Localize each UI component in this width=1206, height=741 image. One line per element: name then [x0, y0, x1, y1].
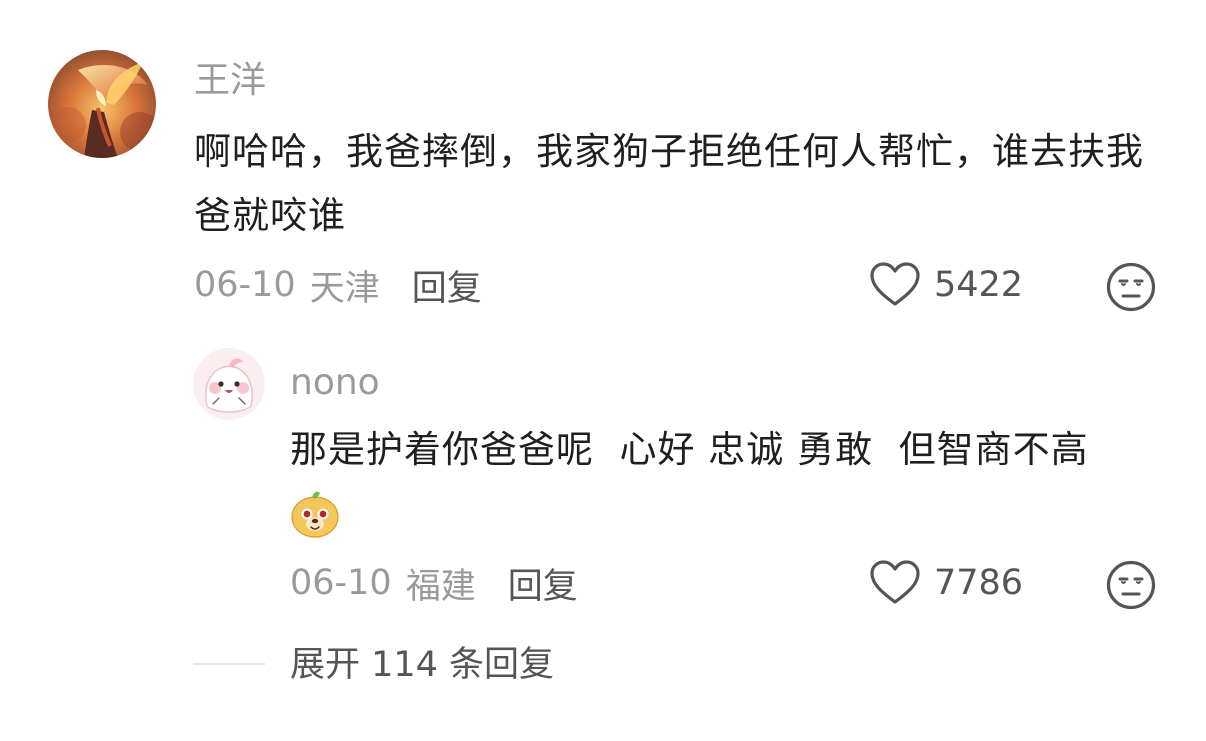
reply-like-group[interactable]: 7786 — [868, 556, 1023, 610]
heart-icon[interactable] — [868, 258, 922, 312]
reply-date: 06-10 — [290, 563, 392, 603]
user-avatar[interactable] — [48, 50, 156, 158]
reply-text: 那是护着你爸爸呢 心好 忠诚 勇敢 但智商不高 — [290, 428, 1089, 471]
comment-item: 王洋 啊哈哈，我爸摔倒，我家狗子拒绝任何人帮忙，谁去扶我爸就咬谁 06-10 天… — [0, 0, 1206, 330]
comment-location: 天津 — [309, 268, 380, 309]
reply-reply-button[interactable]: 回复 — [508, 558, 578, 609]
expand-replies-button[interactable]: 展开 114 条回复 — [290, 640, 554, 690]
comment-date: 06-10 — [194, 265, 296, 305]
pink-blob-avatar-icon — [193, 348, 265, 420]
like-count: 5422 — [934, 265, 1024, 305]
unamused-face-icon[interactable] — [1105, 559, 1157, 611]
reply-username[interactable]: nono — [290, 360, 380, 406]
comment-meta: 06-10 天津 回复 — [194, 260, 482, 310]
expand-divider — [193, 663, 265, 665]
unamused-face-icon[interactable] — [1105, 261, 1157, 313]
reply-location: 福建 — [405, 566, 476, 607]
phoenix-avatar-icon — [48, 50, 156, 158]
reply-like-count: 7786 — [934, 563, 1024, 603]
heart-icon[interactable] — [868, 556, 922, 610]
comment-text: 啊哈哈，我爸摔倒，我家狗子拒绝任何人帮忙，谁去扶我爸就咬谁 — [194, 130, 1144, 237]
dog-face-sticker-icon — [291, 491, 339, 538]
username[interactable]: 王洋 — [194, 58, 266, 104]
reply-meta: 06-10 福建 回复 — [290, 558, 578, 608]
reply-user-avatar[interactable] — [193, 348, 265, 420]
reply-button[interactable]: 回复 — [412, 260, 482, 311]
like-group[interactable]: 5422 — [868, 258, 1023, 312]
